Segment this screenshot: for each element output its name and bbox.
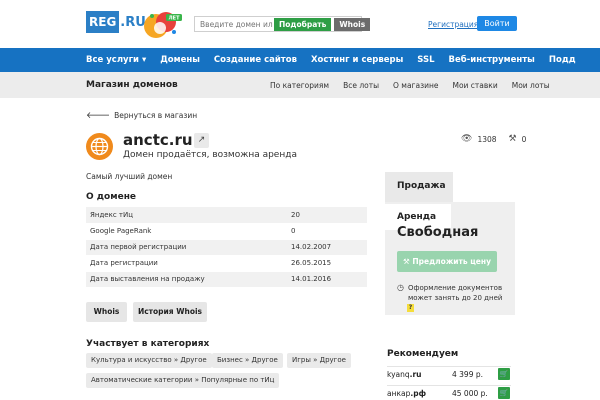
cart-icon[interactable]: 🛒 — [498, 368, 510, 380]
list-item: kyanq.ru 4 399 р. 🛒 — [387, 366, 511, 381]
register-link[interactable]: Регистрация — [428, 20, 478, 29]
nav-all-services[interactable]: Все услуги ▾ — [86, 55, 146, 65]
category-tag[interactable]: Культура и искусство » Другое — [86, 353, 212, 368]
gavel-icon: ⚒ — [508, 134, 517, 144]
list-item: анкар.рф 45 000 р. 🛒 — [387, 385, 511, 400]
whois-button[interactable]: Whois — [86, 302, 127, 322]
arrow-left-icon: 🡐 — [86, 111, 111, 121]
category-tag[interactable]: Бизнес » Другое — [212, 353, 283, 368]
offer-price-label: Предложить цену — [412, 257, 491, 266]
info-value: 14.01.2016 — [287, 271, 367, 288]
tab-sale[interactable]: Продажа — [385, 172, 453, 202]
recommended-domain-base: анкар — [387, 389, 411, 398]
info-value: 26.05.2015 — [287, 255, 367, 272]
sub-nav-all-lots[interactable]: Все лоты — [343, 81, 379, 90]
recommend-heading: Рекомендуем — [387, 349, 459, 359]
domain-search-box: Подобрать Whois — [194, 16, 371, 32]
categories-heading: Участвует в категориях — [86, 339, 210, 349]
clock-icon: ◷ — [397, 283, 404, 292]
logo-reg: REG — [86, 11, 120, 33]
info-label: Дата регистрации — [86, 255, 287, 272]
site-logo[interactable]: REG .RU — [86, 10, 146, 34]
main-nav: Все услуги ▾ Домены Создание сайтов Хост… — [0, 48, 600, 72]
category-tag[interactable]: Игры » Другое — [287, 353, 351, 368]
category-tag[interactable]: Автоматические категории » Популярные по… — [86, 373, 280, 388]
info-label: Дата первой регистрации — [86, 239, 287, 256]
domain-description: Самый лучший домен — [86, 172, 173, 181]
nav-support[interactable]: Подд — [549, 55, 576, 65]
views-count: 1308 — [477, 134, 497, 144]
table-row: Дата выставления на продажу 14.01.2016 — [86, 271, 367, 288]
nav-hosting[interactable]: Хостинг и серверы — [311, 55, 403, 65]
cart-icon[interactable]: 🛒 — [498, 387, 510, 399]
bids-count: 0 — [521, 134, 527, 144]
eye-icon: 👁 — [461, 134, 473, 144]
sub-nav: Магазин доменов По категориям Все лоты О… — [0, 72, 600, 98]
nav-web-tools[interactable]: Веб-инструменты — [449, 55, 535, 65]
sub-nav-my-lots[interactable]: Мои лоты — [512, 81, 550, 90]
info-label: Google PageRank — [86, 223, 287, 240]
recommended-price: 4 399 р. — [452, 370, 483, 379]
back-to-shop-link[interactable]: 🡐 Вернуться в магазин — [86, 110, 197, 121]
info-value: 0 — [287, 223, 367, 240]
nav-site-builder[interactable]: Создание сайтов — [214, 55, 297, 65]
domain-availability-status: Свободная — [397, 225, 479, 240]
help-icon[interactable]: ? — [407, 304, 414, 312]
nav-ssl[interactable]: SSL — [417, 55, 434, 65]
table-row: Дата первой регистрации 14.02.2007 — [86, 239, 367, 256]
external-link-icon[interactable]: ↗ — [194, 133, 209, 148]
offer-price-button[interactable]: ⚒ Предложить цену — [397, 251, 497, 272]
login-button[interactable]: Войти — [477, 16, 517, 31]
info-label: Дата выставления на продажу — [86, 271, 287, 288]
about-domain-heading: О домене — [86, 192, 137, 202]
documents-note: ◷ Оформление документов может занять до … — [397, 283, 509, 303]
whois-history-button[interactable]: История Whois — [133, 302, 207, 322]
pick-domain-button[interactable]: Подобрать — [274, 17, 332, 31]
top-bar: REG .RU ЛЕТ Подобрать Whois Регистрация … — [0, 0, 600, 48]
sub-nav-title[interactable]: Магазин доменов — [86, 80, 178, 90]
gavel-icon: ⚒ — [403, 257, 410, 266]
info-label: Яндекс тИц — [86, 207, 287, 224]
anniversary-badge-icon: ЛЕТ — [144, 12, 182, 38]
table-row: Яндекс тИц 20 — [86, 207, 367, 224]
domain-title: anctc.ru — [123, 131, 193, 149]
recommended-domain[interactable]: анкар.рф — [387, 389, 426, 398]
back-to-shop-label: Вернуться в магазин — [114, 111, 198, 120]
recommended-price: 45 000 р. — [452, 389, 488, 398]
domain-info-table: Яндекс тИц 20 Google PageRank 0 Дата пер… — [86, 207, 367, 288]
sub-nav-my-bids[interactable]: Мои ставки — [452, 81, 497, 90]
documents-note-text: Оформление документов может занять до 20… — [407, 284, 503, 302]
whois-search-button[interactable]: Whois — [334, 17, 371, 31]
recommended-domain[interactable]: kyanq.ru — [387, 370, 422, 379]
sub-nav-about-shop[interactable]: О магазине — [393, 81, 438, 90]
anniversary-badge-label: ЛЕТ — [169, 16, 181, 22]
domain-stats: 👁 1308 ⚒ 0 — [461, 134, 526, 144]
recommended-domain-tld: .ru — [409, 370, 422, 379]
recommended-domain-base: kyanq — [387, 370, 410, 379]
sub-nav-by-category[interactable]: По категориям — [270, 81, 329, 90]
info-value: 20 — [287, 207, 367, 224]
info-value: 14.02.2007 — [287, 239, 367, 256]
recommended-domain-tld: .рф — [410, 389, 427, 398]
domain-search-input[interactable] — [195, 17, 273, 31]
globe-icon — [86, 133, 113, 160]
table-row: Дата регистрации 26.05.2015 — [86, 255, 367, 272]
nav-domains[interactable]: Домены — [160, 55, 200, 65]
table-row: Google PageRank 0 — [86, 223, 367, 240]
sub-nav-links: По категориям Все лоты О магазине Мои ст… — [270, 81, 564, 90]
domain-sale-status: Домен продаётся, возможна аренда — [123, 150, 297, 160]
